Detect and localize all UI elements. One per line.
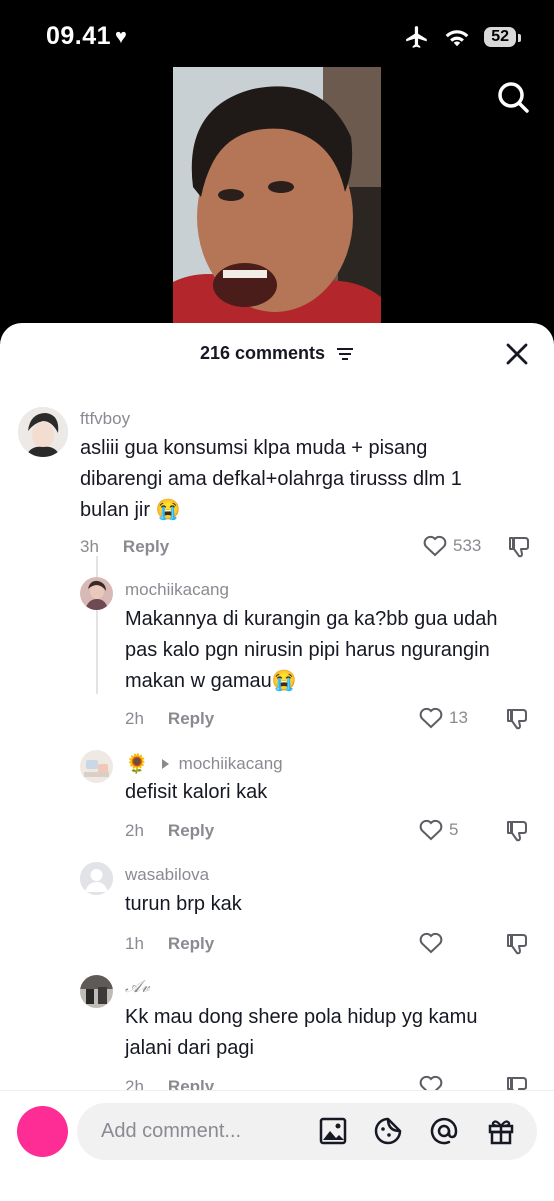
search-button[interactable]	[496, 80, 530, 119]
comment-input-bar: Add comment...	[0, 1090, 554, 1201]
avatar[interactable]	[18, 407, 68, 457]
close-icon	[506, 343, 528, 365]
like-button[interactable]: 5	[419, 819, 458, 841]
sticker-icon	[374, 1117, 402, 1145]
comment-meta: 1h Reply	[125, 934, 214, 954]
reply-button[interactable]: Reply	[168, 821, 214, 841]
comment-text: defisit kalori kak	[125, 777, 267, 808]
like-icon	[419, 932, 443, 954]
like-button[interactable]: 13	[419, 707, 468, 729]
comment-meta: 3h Reply	[80, 537, 169, 557]
comment-meta: 2h Reply	[125, 821, 214, 841]
video-frame	[173, 67, 381, 329]
avatar-image	[80, 975, 113, 1008]
comment-text: Kk mau dong shere pola hidup yg kamu jal…	[125, 1002, 477, 1064]
reply-button[interactable]: Reply	[168, 709, 214, 729]
comment-meta: 2h Reply	[125, 709, 214, 729]
mention-button[interactable]	[429, 1116, 459, 1151]
like-count: 533	[453, 536, 482, 555]
reply-button[interactable]: Reply	[123, 537, 169, 557]
reply-to-user[interactable]: mochiikacang	[179, 754, 283, 774]
reply-button[interactable]: Reply	[168, 934, 214, 954]
comment-line: dibarengi ama defkal+olahrga tirusss dlm…	[80, 468, 462, 490]
comment-line: pas kalo pgn nirusin pipi harus ngurangi…	[125, 639, 490, 661]
comment-line: asliii gua konsumsi klpa muda + pisang	[80, 437, 428, 459]
dislike-icon	[509, 537, 529, 558]
like-button[interactable]	[419, 932, 443, 954]
dislike-icon	[507, 934, 527, 955]
gift-button[interactable]	[486, 1116, 516, 1151]
comment-username[interactable]: wasabilova	[125, 865, 209, 885]
dislike-button[interactable]	[505, 819, 529, 848]
comment-line: makan w gamau😭	[125, 670, 297, 692]
comment-line: Kk mau dong shere pola hidup yg kamu	[125, 1006, 478, 1028]
comment-text: Makannya di kurangin ga ka?bb gua udah p…	[125, 604, 498, 697]
comment-time: 2h	[125, 709, 144, 728]
sticker-button[interactable]	[373, 1116, 403, 1151]
comment-username[interactable]: 𝒜𝓋	[125, 977, 149, 997]
comment-line: jalani dari pagi	[125, 1037, 254, 1059]
comment-username[interactable]: 🌻 mochiikacang	[125, 752, 283, 776]
comment-line: defisit kalori kak	[125, 781, 268, 803]
close-button[interactable]	[506, 343, 528, 370]
like-count: 5	[449, 820, 459, 839]
comment-line: bulan jir 😭	[80, 499, 181, 521]
comments-sheet: 216 comments ftfvboy asliii gua konsumsi…	[0, 323, 554, 1200]
search-icon	[498, 82, 529, 113]
video-preview[interactable]	[173, 67, 381, 329]
image-button[interactable]	[318, 1116, 348, 1151]
comment-line: turun brp kak	[125, 893, 242, 915]
comment-username[interactable]: mochiikacang	[125, 580, 229, 600]
like-icon	[419, 707, 443, 729]
like-icon	[419, 819, 443, 841]
avatar[interactable]	[80, 975, 113, 1008]
avatar-image	[18, 407, 68, 457]
dislike-button[interactable]	[505, 707, 529, 736]
wifi-icon	[445, 30, 469, 47]
my-avatar[interactable]	[17, 1106, 68, 1157]
avatar[interactable]	[80, 862, 113, 895]
gift-icon	[488, 1120, 514, 1145]
comment-time: 2h	[125, 821, 144, 840]
airplane-icon	[406, 26, 427, 48]
image-icon	[319, 1117, 347, 1145]
status-bar: 09.41 ♥ 52	[0, 0, 554, 70]
sheet-header: 216 comments	[0, 323, 554, 383]
status-icons: 52	[404, 24, 521, 50]
comment-time: 1h	[125, 934, 144, 953]
avatar-image	[80, 577, 113, 610]
avatar-image	[80, 750, 113, 783]
comment-line: Makannya di kurangin ga ka?bb gua udah	[125, 608, 498, 630]
comment-input-placeholder: Add comment...	[101, 1120, 242, 1142]
dislike-button[interactable]	[505, 932, 529, 961]
mention-icon	[430, 1117, 458, 1145]
heart-icon: ♥	[115, 26, 127, 48]
username-emoji: 🌻	[125, 754, 149, 775]
comment-text: turun brp kak	[125, 889, 242, 920]
like-button[interactable]: 533	[423, 535, 481, 557]
status-time: 09.41	[46, 22, 112, 50]
comment-time: 3h	[80, 537, 99, 556]
battery-indicator: 52	[484, 27, 521, 47]
dislike-icon	[507, 709, 527, 730]
dislike-icon	[507, 821, 527, 842]
reply-arrow-icon	[161, 759, 169, 769]
default-avatar-icon	[80, 862, 113, 895]
comment-input[interactable]: Add comment...	[77, 1103, 537, 1160]
like-icon	[423, 535, 447, 557]
avatar[interactable]	[80, 577, 113, 610]
dislike-button[interactable]	[507, 535, 531, 564]
comment-text: asliii gua konsumsi klpa muda + pisang d…	[80, 433, 462, 526]
avatar[interactable]	[80, 750, 113, 783]
filter-icon[interactable]	[336, 347, 354, 361]
comment-count-label: 216 comments	[199, 343, 326, 363]
like-count: 13	[449, 708, 468, 727]
comment-count: 216 comments	[0, 343, 554, 364]
comment-username[interactable]: ftfvboy	[80, 409, 130, 429]
